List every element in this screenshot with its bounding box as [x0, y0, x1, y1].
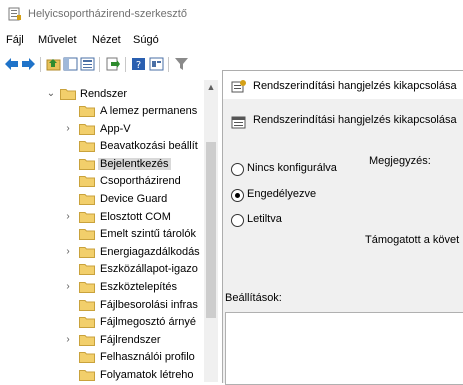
tree-item[interactable]: Eszközállapot-igazo: [0, 261, 202, 278]
tree-item[interactable]: › Eszköztelepítés: [0, 279, 202, 296]
chevron-right-icon[interactable]: ›: [63, 333, 73, 347]
details-view-icon[interactable]: [80, 57, 95, 71]
back-arrow-icon[interactable]: [4, 57, 19, 71]
folder-icon: [79, 123, 95, 135]
properties-icon[interactable]: [149, 57, 164, 71]
chevron-down-icon[interactable]: ⌄: [46, 87, 56, 101]
tree-item[interactable]: › Fájlrendszer: [0, 332, 202, 349]
toolbar-separator: [99, 57, 100, 72]
policy-setting-icon: [231, 80, 246, 93]
folder-icon: [79, 175, 95, 188]
menu-help[interactable]: Súgó: [133, 34, 159, 46]
tree-item-label: Device Guard: [100, 193, 168, 205]
radio-label: Engedélyezve: [247, 188, 317, 200]
menu-action[interactable]: Művelet: [38, 34, 77, 46]
tree-item-label: Energiagazdálkodás: [100, 245, 200, 258]
tree-item-label: Beavatkozási beállít: [100, 140, 198, 153]
tree-pane: ⌄ Rendszer A lemez permanens › App-V Beavatko…: [0, 78, 222, 382]
folder-icon: [79, 334, 95, 346]
menu-file[interactable]: Fájl: [6, 34, 24, 46]
folder-icon: [79, 299, 95, 311]
tree-item-label: Emelt szintű tárolók: [100, 228, 196, 241]
tree-item[interactable]: Fájlbesorolási infras: [0, 297, 202, 314]
show-hide-tree-icon[interactable]: [63, 57, 78, 71]
tree-item-label: Folyamatok létreho: [100, 369, 194, 381]
policy-header-icon: [231, 116, 246, 129]
tree-item-label: Fájlrendszer: [100, 333, 161, 346]
radio-label: Nincs konfigurálva: [247, 162, 337, 174]
chevron-right-icon[interactable]: ›: [63, 280, 73, 294]
tree-item[interactable]: Device Guard: [0, 191, 202, 208]
tree-item-label: Csoportházirend: [100, 175, 181, 188]
folder-icon: [79, 281, 95, 293]
tree-item[interactable]: A lemez permanens: [0, 103, 202, 120]
folder-icon: [79, 140, 95, 153]
title-bar: Helyicsoportházirend-szerkesztő: [0, 0, 463, 28]
toolbar-separator: [168, 57, 169, 72]
tree-item[interactable]: Folyamatok létreho: [0, 367, 202, 384]
tree-item-label: Eszköztelepítés: [100, 281, 178, 293]
tree-scrollbar[interactable]: ▲: [204, 80, 218, 382]
comment-label: Megjegyzés:: [369, 155, 431, 167]
menu-view[interactable]: Nézet: [92, 34, 121, 46]
tree-item-label: A lemez permanens: [100, 105, 198, 117]
radio-button[interactable]: [231, 163, 244, 176]
export-list-icon[interactable]: [105, 57, 120, 71]
filter-icon[interactable]: [174, 57, 189, 71]
help-icon[interactable]: ?: [131, 57, 146, 71]
folder-icon: [79, 263, 95, 276]
folder-icon: [79, 105, 95, 117]
policy-header: Rendszerindítási hangjelzés kikapcsolása: [253, 114, 457, 126]
up-folder-icon[interactable]: [46, 57, 61, 71]
tree-item[interactable]: Csoportházirend: [0, 173, 202, 190]
tree-item-label: Bejelentkezés: [98, 157, 171, 170]
policy-dialog: Rendszerindítási hangjelzés kikapcsolása…: [222, 70, 463, 385]
folder-icon: [79, 369, 95, 381]
options-label: Beállítások:: [225, 292, 282, 304]
radio-label: Letiltva: [247, 213, 282, 225]
tree-item[interactable]: Bejelentkezés: [0, 156, 202, 173]
tree-item-label: Elosztott COM: [100, 210, 171, 223]
toolbar-separator: [40, 57, 41, 72]
supported-on-label: Támogatott a követ: [365, 234, 460, 246]
folder-icon: [79, 158, 95, 170]
window-title: Helyicsoportházirend-szerkesztő: [28, 8, 187, 20]
dialog-title: Rendszerindítási hangjelzés kikapcsolása: [253, 80, 457, 92]
folder-icon: [79, 211, 95, 223]
svg-text:?: ?: [136, 60, 141, 71]
folder-icon: [79, 228, 95, 241]
radio-button[interactable]: [231, 214, 244, 227]
tree-item-label: Fájlmegosztó árnyé: [100, 316, 196, 329]
toolbar-separator: [125, 57, 126, 72]
tree-item[interactable]: Emelt szintű tárolók: [0, 226, 202, 243]
tree-item[interactable]: Fájlmegosztó árnyé: [0, 314, 202, 331]
tree-item-label: Rendszer: [80, 88, 128, 100]
tree-item-label: Fájlbesorolási infras: [100, 298, 198, 311]
folder-icon: [79, 316, 95, 329]
tree-item[interactable]: › Elosztott COM: [0, 209, 202, 226]
chevron-right-icon[interactable]: ›: [63, 245, 73, 259]
folder-open-icon: [60, 88, 76, 100]
dialog-title-bar: Rendszerindítási hangjelzés kikapcsolása: [223, 71, 463, 99]
chevron-right-icon[interactable]: ›: [63, 210, 73, 224]
folder-icon: [79, 246, 95, 258]
tree-item-label: Felhasználói profilo: [100, 351, 195, 364]
scroll-up-arrow-icon[interactable]: ▲: [204, 80, 218, 94]
tree-item[interactable]: Beavatkozási beállít: [0, 138, 202, 155]
options-panel[interactable]: [225, 312, 463, 385]
tree-item[interactable]: Felhasználói profilo: [0, 349, 202, 366]
tree-item[interactable]: › App-V: [0, 121, 202, 138]
radio-button[interactable]: [231, 189, 244, 202]
tree-item-label: Eszközállapot-igazo: [100, 263, 198, 276]
folder-icon: [79, 193, 95, 205]
tree-item-label: App-V: [100, 122, 131, 135]
forward-arrow-icon[interactable]: [21, 57, 36, 71]
folder-icon: [79, 351, 95, 364]
tree-item[interactable]: › Energiagazdálkodás: [0, 244, 202, 261]
scroll-thumb[interactable]: [206, 142, 216, 318]
chevron-right-icon[interactable]: ›: [63, 122, 73, 136]
group-policy-app-icon: [8, 7, 21, 21]
menu-bar: Fájl Művelet Nézet Súgó: [0, 34, 463, 54]
tree-item-rendszer[interactable]: ⌄ Rendszer: [0, 86, 202, 103]
